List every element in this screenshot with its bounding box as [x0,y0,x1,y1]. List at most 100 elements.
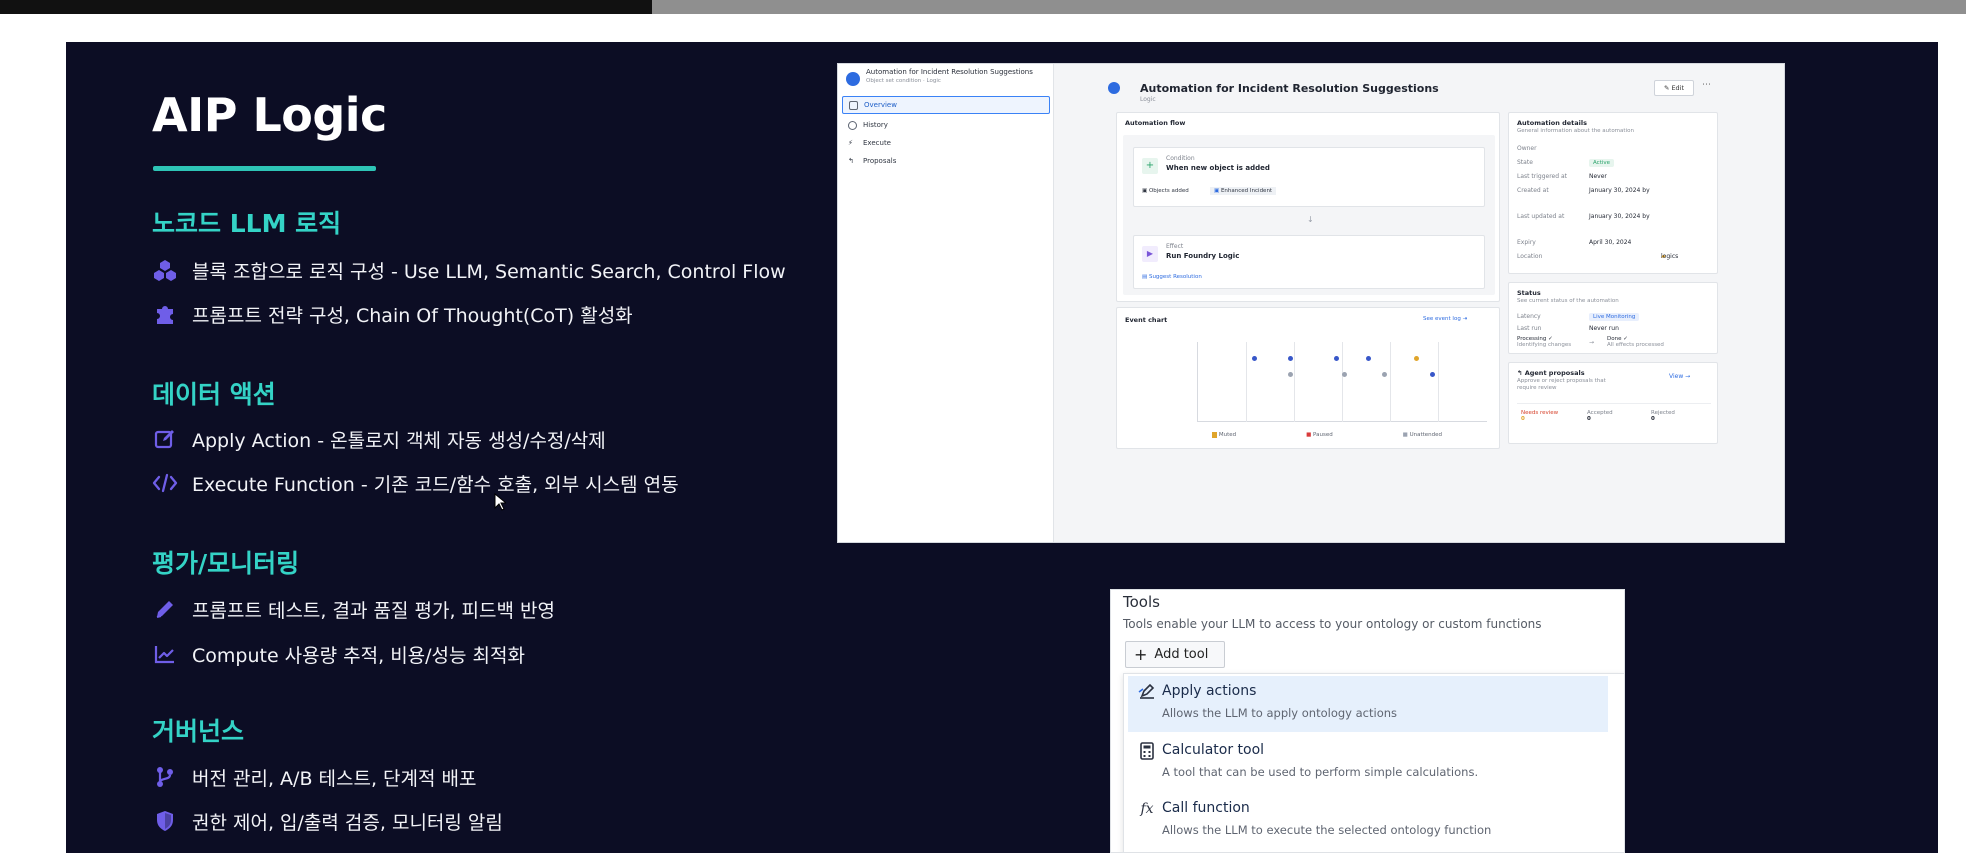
section-heading-data-action: 데이터 액션 [152,380,276,409]
suggest-resolution-link[interactable]: ▤ Suggest Resolution [1142,274,1202,280]
view-link[interactable]: View → [1669,373,1690,380]
automation-subtitle: Logic [1140,96,1156,103]
status-key: Latency [1517,313,1541,320]
plus-icon: + [1134,645,1148,664]
condition-box[interactable]: + Condition When new object is added ▣ O… [1133,147,1485,207]
list-item-text: 블록 조합으로 로직 구성 - Use LLM, Semantic Search… [192,260,786,283]
status-row: Last run Never run [1517,325,1619,332]
list-item-text: 권한 제어, 입/출력 검증, 모니터링 알림 [192,811,503,834]
list-item-text: Compute 사용량 추적, 비용/성능 최적화 [192,644,526,667]
add-tool-label: Add tool [1154,647,1209,662]
list-item-text: 프롬프트 전략 구성, Chain Of Thought(CoT) 활성화 [192,304,633,327]
detail-value: April 30, 2024 [1589,239,1632,246]
state-badge: Active [1589,159,1615,167]
objects-added-label: Objects added [1148,188,1189,194]
plus-icon: + [1142,158,1158,174]
list-item: Apply Action - 온톨로지 객체 자동 생성/수정/삭제 [152,424,606,454]
tool-option-calculator[interactable]: Calculator tool A tool that can be used … [1128,735,1608,791]
detail-key: Last triggered at [1517,173,1567,180]
card-subtitle: Approve or reject proposals that require… [1517,378,1606,391]
proposals-icon: ↰ [848,156,854,165]
event-dot [1414,356,1419,361]
more-icon[interactable]: ⋯ [1702,80,1711,90]
section-heading-governance: 거버넌스 [152,717,245,746]
processing-sub: Identifying changes [1517,342,1572,348]
tool-option-desc: Allows the LLM to execute the selected o… [1162,823,1492,837]
branch-icon [152,764,178,790]
edit-button[interactable]: ✎ Edit [1654,80,1694,96]
progress-played [0,0,652,14]
done-sub: All effects processed [1607,342,1664,348]
list-item: 블록 조합으로 로직 구성 - Use LLM, Semantic Search… [152,255,786,285]
nav-execute[interactable]: ⚡ Execute [842,134,1050,152]
tool-option-name: Apply actions [1162,683,1257,699]
list-item: 프롬프트 테스트, 결과 품질 평가, 피드백 반영 [152,594,555,624]
tools-screenshot: Tools Tools enable your LLM to access to… [1110,589,1625,853]
col-value: 0 [1521,416,1525,422]
progress-remaining [652,0,1966,14]
objects-added-tag: ▣ Objects added [1142,188,1189,194]
detail-row: Owner [1517,145,1537,152]
list-item: 프롬프트 전략 구성, Chain Of Thought(CoT) 활성화 [152,299,633,329]
automation-logo-icon [1108,82,1120,94]
calculator-icon [1138,742,1156,760]
card-title: Automation flow [1125,119,1186,127]
proposals-table: Needs review 0 Accepted 0 Rejected 0 [1517,403,1711,437]
effect-box[interactable]: ▶ Effect Run Foundry Logic ▤ Suggest Res… [1133,235,1485,289]
video-progress-bar[interactable] [0,0,1966,14]
event-chart-card: Event chart See event log ⇥ ■ Muted ■ Pa… [1116,307,1500,449]
tools-description: Tools enable your LLM to access to your … [1123,617,1542,631]
sidebar-subtitle: Object set condition · Logic [866,78,941,84]
list-item: 권한 제어, 입/출력 검증, 모니터링 알림 [152,806,503,836]
detail-value: logics [1661,253,1679,260]
detail-key: State [1517,159,1533,166]
add-tool-button[interactable]: + Add tool [1125,641,1225,668]
event-dot [1366,356,1371,361]
list-item-text: 프롬프트 테스트, 결과 품질 평가, 피드백 반영 [192,599,555,622]
status-card: Status See current status of the automat… [1508,282,1718,354]
detail-key: Location [1517,253,1543,260]
detail-key: Last updated at [1517,213,1565,220]
arrow-right-icon: → [1589,339,1595,346]
automation-title: Automation for Incident Resolution Sugge… [1140,82,1439,95]
tool-option-call-function[interactable]: fx Call function Allows the LLM to execu… [1128,793,1608,849]
edit-label: Edit [1671,84,1685,92]
detail-key: Created at [1517,187,1549,194]
latency-badge: Live Monitoring [1589,313,1640,321]
pen-icon [152,596,178,622]
detail-value: January 30, 2024 by [1589,213,1650,220]
nav-history[interactable]: History [842,116,1050,134]
code-icon [152,470,178,496]
condition-value: When new object is added [1166,164,1270,172]
legend-item: ■ Muted [1211,432,1237,438]
history-icon [848,120,857,130]
detail-key: Owner [1517,145,1537,152]
automation-header: Automation for Incident Resolution Sugge… [1108,74,1718,104]
monitor-icon [849,100,858,110]
card-subtitle: See current status of the automation [1517,298,1619,304]
suggest-label: Suggest Resolution [1148,274,1202,280]
nav-label: Execute [863,139,891,147]
detail-value: Never [1589,173,1607,180]
event-log-link[interactable]: See event log ⇥ [1423,316,1467,322]
legend-label: Muted [1218,432,1237,438]
legend-label: Unattended [1409,432,1443,438]
chart-legend: ■ Muted ■ Paused ■ Unattended [1177,432,1477,438]
apply-actions-icon [1138,683,1156,701]
event-dot [1252,356,1257,361]
tool-option-desc: A tool that can be used to perform simpl… [1162,765,1479,779]
nav-label: Overview [864,101,897,109]
automation-details-card: Automation details General information a… [1508,112,1718,274]
processing-step: Processing ✓ Identifying changes [1517,336,1572,348]
list-item-text: Execute Function - 기존 코드/함수 호출, 외부 시스템 연… [192,473,679,496]
effect-value: Run Foundry Logic [1166,252,1240,260]
event-chart-plot [1197,342,1487,422]
nav-proposals[interactable]: ↰ Proposals [842,152,1050,170]
nav-overview[interactable]: Overview [842,96,1050,114]
tool-option-name: Call function [1162,800,1250,816]
puzzle-icon [152,301,178,327]
list-item: Execute Function - 기존 코드/함수 호출, 외부 시스템 연… [152,468,679,498]
tool-option-apply-actions[interactable]: Apply actions Allows the LLM to apply on… [1128,676,1608,732]
object-type-tag: ▣ Enhanced Incident [1210,187,1277,195]
accepted-col: Accepted 0 [1587,410,1613,422]
